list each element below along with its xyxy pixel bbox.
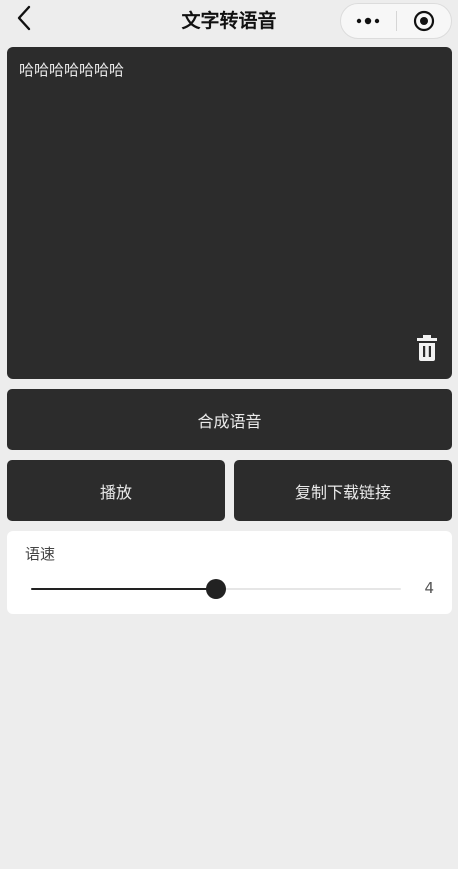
more-dots-icon <box>357 17 380 25</box>
navigation-bar: 文字转语音 <box>0 0 458 40</box>
play-button[interactable]: 播放 <box>7 460 225 521</box>
copy-download-link-button[interactable]: 复制下载链接 <box>234 460 452 521</box>
text-input[interactable]: 哈哈哈哈哈哈哈 <box>19 59 440 329</box>
more-button[interactable] <box>341 4 396 38</box>
target-circle-icon <box>413 10 434 32</box>
speed-slider[interactable] <box>31 579 401 599</box>
clear-text-button[interactable] <box>416 335 438 361</box>
synthesize-button[interactable]: 合成语音 <box>7 389 452 450</box>
speed-value: 4 <box>424 579 434 597</box>
speed-label: 语速 <box>25 545 56 563</box>
menu-capsule <box>340 3 452 39</box>
text-editor-panel: 哈哈哈哈哈哈哈 <box>7 47 452 379</box>
trash-icon <box>417 335 437 361</box>
close-miniprogram-button[interactable] <box>396 4 451 38</box>
speed-slider-fill <box>31 588 216 590</box>
speed-slider-thumb[interactable] <box>206 579 226 599</box>
speed-card: 语速 4 <box>7 531 452 614</box>
